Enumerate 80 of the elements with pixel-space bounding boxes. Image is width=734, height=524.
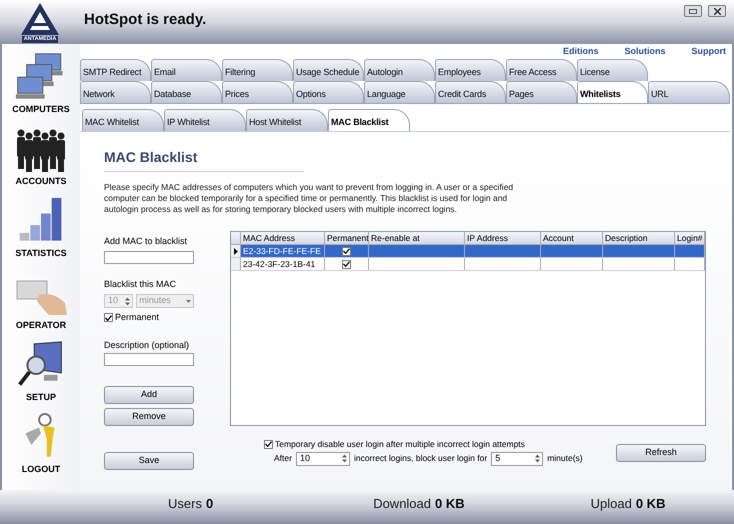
sidebar-item[interactable]: STATISTICS — [2, 196, 80, 260]
close-icon — [714, 8, 720, 14]
column-header[interactable]: Permanent — [325, 232, 369, 244]
field-label: incorrect logins, block user login for — [354, 452, 488, 466]
status-value: 0 KB — [435, 495, 465, 513]
tab[interactable]: Whitelists — [577, 81, 648, 103]
tab[interactable]: Usage Schedule — [293, 59, 364, 81]
column-header[interactable]: Re-enable at — [369, 232, 465, 244]
tab[interactable]: Autologin — [364, 59, 435, 81]
column-header[interactable]: Description — [603, 232, 675, 244]
tab[interactable]: Options — [293, 81, 364, 103]
status-value: 0 — [206, 495, 214, 513]
action-button[interactable]: Remove — [104, 408, 194, 426]
checkbox[interactable] — [264, 440, 273, 449]
checkbox-label: Temporary disable user login after multiple incorrect login attempts — [275, 438, 525, 451]
tab[interactable]: Filtering — [222, 59, 293, 81]
tab[interactable]: SMTP Redirect — [80, 59, 151, 81]
spinner-arrows-icon — [342, 454, 347, 464]
action-button[interactable]: Add — [104, 386, 194, 404]
table-row[interactable]: 23-42-3F-23-1B-41 — [231, 258, 705, 271]
check-icon — [105, 314, 112, 321]
field-label: Blacklist this MAC — [104, 278, 178, 290]
checkbox[interactable] — [104, 313, 113, 322]
refresh-button[interactable]: Refresh — [616, 444, 706, 462]
tab[interactable]: Network — [80, 81, 151, 103]
section-title: MAC Blacklist — [104, 149, 198, 165]
status-label: Upload — [590, 495, 632, 513]
check-icon — [265, 441, 272, 448]
tab[interactable]: Credit Cards — [435, 81, 506, 103]
mac-input[interactable] — [104, 250, 194, 264]
spinner-arrows-icon — [535, 454, 540, 464]
caret-icon — [186, 300, 191, 302]
description-text: Please specify MAC addresses of computers which you want to prevent from logging in. A user or a specified computer can be blocked temporarily for a specified time or permanently. This blacklist is used for login and autologin process as well as for storing temporary blocked users with multiple incorrect logins. — [104, 182, 514, 215]
sidebar-item[interactable]: SETUP — [2, 340, 80, 404]
table-row[interactable]: E2-33-FD-FE-FE-FE — [231, 245, 705, 258]
status-label: Users — [168, 495, 202, 513]
tab[interactable]: Language — [364, 81, 435, 103]
column-header[interactable]: MAC Address — [241, 232, 325, 244]
tab[interactable]: License — [577, 59, 648, 81]
column-header[interactable]: Account — [541, 232, 603, 244]
column-header[interactable]: Login# — [675, 232, 705, 244]
sidebar-item[interactable]: ACCOUNTS — [2, 124, 80, 188]
tab[interactable]: Pages — [506, 81, 577, 103]
minimize-button[interactable] — [684, 5, 702, 17]
tab[interactable]: Database — [151, 81, 222, 103]
field-label: minute(s) — [547, 452, 583, 466]
table-cell: 23-42-3F-23-1B-41 — [241, 258, 325, 270]
tab[interactable]: Host Whitelist — [246, 109, 328, 131]
row-pointer-icon — [234, 248, 238, 254]
table-cell: E2-33-FD-FE-FE-FE — [241, 245, 325, 257]
checkbox[interactable] — [342, 246, 351, 256]
tab[interactable]: IP Whitelist — [164, 109, 246, 131]
tab[interactable]: MAC Whitelist — [82, 109, 164, 131]
header-link[interactable]: Solutions — [624, 47, 666, 59]
tab[interactable]: MAC Blacklist — [328, 109, 410, 131]
tab[interactable]: Free Access — [506, 59, 577, 81]
window-title: HotSpot is ready. — [84, 11, 206, 28]
minutes-spinner[interactable]: 5 — [491, 452, 544, 466]
column-header[interactable]: IP Address — [465, 232, 541, 244]
field-label: Description (optional) — [104, 338, 190, 352]
tab[interactable]: Email — [151, 59, 222, 81]
checkbox-label: Permanent — [115, 311, 160, 324]
checkbox[interactable] — [342, 260, 351, 268]
sidebar-item[interactable]: COMPUTERS — [2, 52, 80, 116]
sidebar-item[interactable]: OPERATOR — [2, 268, 80, 332]
spinner-arrows-icon — [125, 296, 130, 306]
tab[interactable]: Prices — [222, 81, 293, 103]
field-label: After — [274, 452, 292, 466]
field-label: Add MAC to blacklist — [104, 235, 188, 248]
status-label: Download — [373, 495, 432, 513]
tab[interactable]: URL — [648, 81, 730, 103]
tab[interactable]: Employees — [435, 59, 506, 81]
sidebar-item[interactable]: LOGOUT — [2, 412, 80, 476]
attempts-spinner[interactable]: 10 — [296, 452, 350, 466]
save-button[interactable]: Save — [104, 452, 194, 470]
header-link[interactable]: Editions — [563, 47, 598, 59]
header-link[interactable]: Support — [692, 47, 726, 59]
close-button[interactable] — [708, 5, 726, 17]
status-value: 0 KB — [636, 495, 666, 513]
description-input[interactable] — [104, 353, 194, 366]
